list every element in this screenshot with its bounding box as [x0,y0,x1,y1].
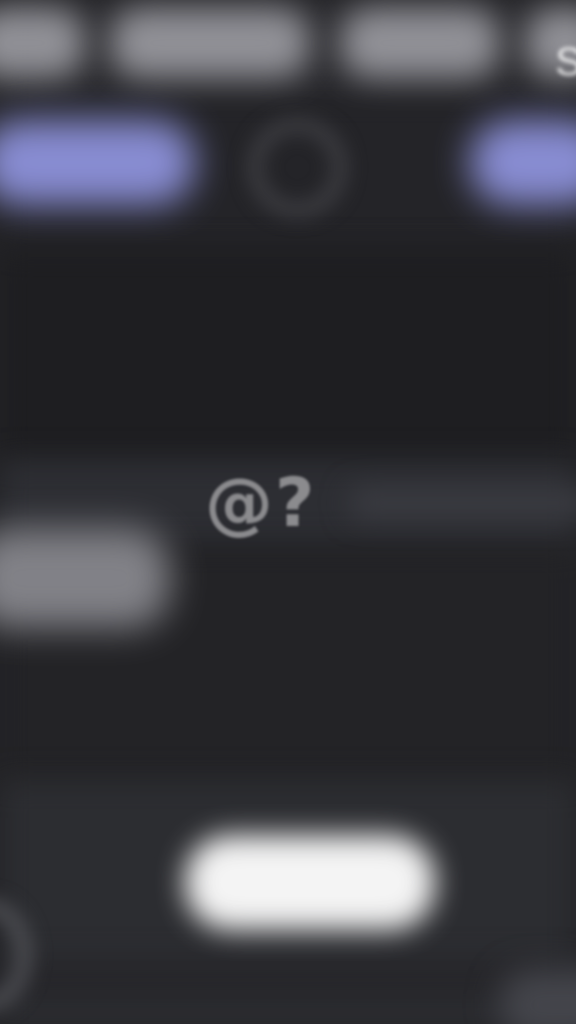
blurred-text-line [350,488,576,518]
content-background-dark [0,250,576,465]
blurred-nav-tab-right[interactable] [470,120,576,205]
center-symbols: @? [205,464,317,543]
circle-icon[interactable] [250,120,345,215]
blurred-app-screen: S @? [0,0,576,1024]
blurred-bottom-item[interactable] [500,970,576,1024]
blurred-top-item-2[interactable] [110,8,310,78]
blurred-content-item[interactable] [0,528,170,628]
blurred-primary-button[interactable] [185,835,435,930]
blurred-top-item-1[interactable] [0,8,85,78]
blurred-nav-tab-left[interactable] [0,120,195,205]
edge-glyph: S [555,40,576,84]
blurred-top-item-3[interactable] [340,8,500,78]
bottom-strip [0,960,576,1000]
